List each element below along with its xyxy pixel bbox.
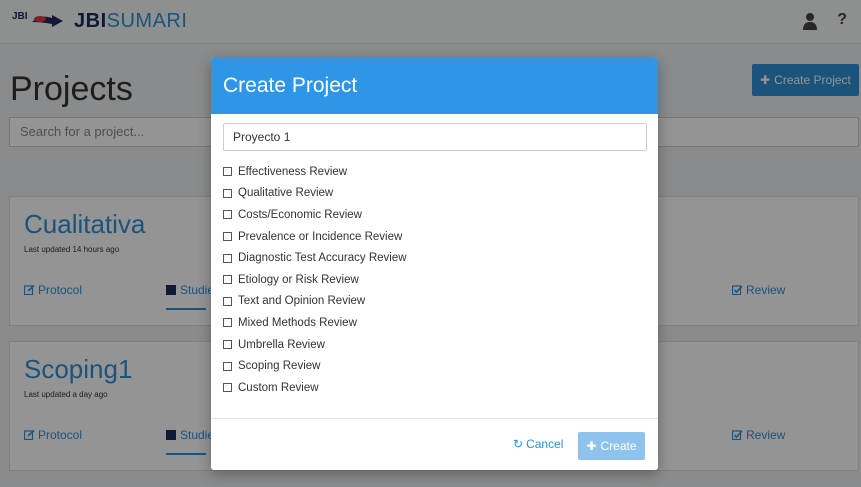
checkbox[interactable]	[223, 167, 232, 177]
checkbox[interactable]	[223, 232, 232, 242]
checkbox[interactable]	[223, 318, 232, 328]
checkbox[interactable]	[223, 340, 232, 350]
create-label: Create	[600, 439, 637, 453]
review-option-costs-economic[interactable]: Costs/Economic Review	[223, 204, 407, 226]
checkbox[interactable]	[223, 296, 232, 306]
cancel-label: Cancel	[526, 437, 564, 451]
create-button[interactable]: ✚ Create	[578, 432, 645, 460]
review-option-umbrella[interactable]: Umbrella Review	[223, 334, 407, 356]
review-type-list: Effectiveness Review Qualitative Review …	[223, 161, 407, 399]
checkbox[interactable]	[223, 383, 232, 393]
review-option-label: Mixed Methods Review	[238, 316, 357, 329]
checkbox[interactable]	[223, 361, 232, 371]
create-project-modal: Create Project Effectiveness Review Qual…	[211, 58, 658, 470]
review-option-prevalence[interactable]: Prevalence or Incidence Review	[223, 226, 407, 248]
cancel-button[interactable]: ↻ Cancel	[513, 437, 563, 451]
review-option-label: Costs/Economic Review	[238, 208, 362, 221]
checkbox[interactable]	[223, 188, 232, 198]
review-option-text-opinion[interactable]: Text and Opinion Review	[223, 291, 407, 313]
checkbox[interactable]	[223, 275, 232, 285]
review-option-scoping[interactable]: Scoping Review	[223, 355, 407, 377]
review-option-label: Effectiveness Review	[238, 165, 348, 178]
review-option-etiology[interactable]: Etiology or Risk Review	[223, 269, 407, 291]
review-option-label: Prevalence or Incidence Review	[238, 230, 403, 243]
plus-icon: ✚	[586, 439, 597, 453]
checkbox[interactable]	[223, 253, 232, 263]
review-option-label: Diagnostic Test Accuracy Review	[238, 252, 407, 265]
review-option-label: Custom Review	[238, 381, 319, 394]
checkbox[interactable]	[223, 210, 232, 220]
review-option-qualitative[interactable]: Qualitative Review	[223, 183, 407, 205]
review-option-label: Etiology or Risk Review	[238, 273, 359, 286]
review-option-label: Text and Opinion Review	[238, 295, 366, 308]
project-name-input[interactable]	[223, 123, 647, 151]
review-option-custom[interactable]: Custom Review	[223, 377, 407, 399]
modal-footer: ↻ Cancel ✚ Create	[211, 418, 658, 470]
review-option-diagnostic[interactable]: Diagnostic Test Accuracy Review	[223, 247, 407, 269]
review-option-label: Scoping Review	[238, 360, 321, 373]
review-option-label: Umbrella Review	[238, 338, 325, 351]
undo-icon: ↻	[513, 437, 524, 451]
modal-title: Create Project	[211, 58, 658, 114]
review-option-effectiveness[interactable]: Effectiveness Review	[223, 161, 407, 183]
review-option-label: Qualitative Review	[238, 187, 334, 200]
review-option-mixed-methods[interactable]: Mixed Methods Review	[223, 312, 407, 334]
